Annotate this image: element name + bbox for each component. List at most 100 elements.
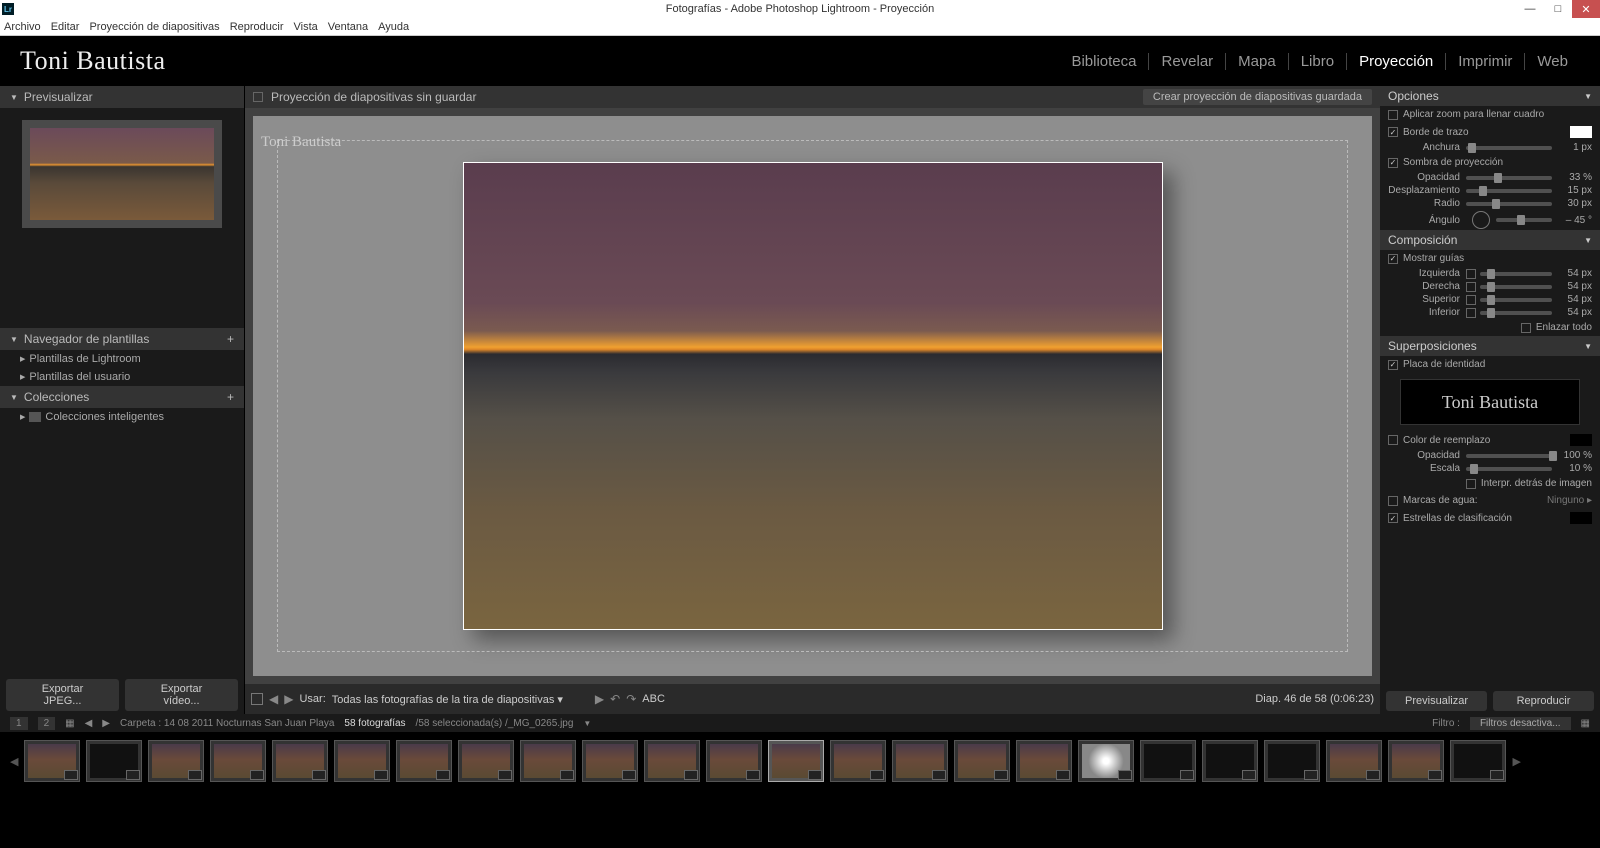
filmstrip-thumb[interactable] bbox=[954, 740, 1010, 782]
overlay-scale-slider[interactable] bbox=[1466, 467, 1552, 471]
play-slideshow-button[interactable]: Reproducir bbox=[1493, 691, 1594, 711]
render-behind-checkbox[interactable] bbox=[1466, 479, 1476, 489]
filmstrip-thumb[interactable] bbox=[210, 740, 266, 782]
create-saved-slideshow-button[interactable]: Crear proyección de diapositivas guardad… bbox=[1143, 89, 1372, 105]
next-slide-button[interactable]: ▶ bbox=[284, 692, 293, 706]
path-dropdown-icon[interactable]: ▼ bbox=[583, 719, 591, 728]
menu-editar[interactable]: Editar bbox=[51, 21, 80, 33]
link-left-icon[interactable] bbox=[1466, 269, 1476, 279]
stroke-color-swatch[interactable] bbox=[1570, 126, 1592, 138]
filter-dropdown[interactable]: Filtros desactiva... bbox=[1470, 717, 1571, 730]
filmstrip-thumb[interactable] bbox=[148, 740, 204, 782]
prev-slide-button[interactable]: ◀ bbox=[269, 692, 278, 706]
menu-ventana[interactable]: Ventana bbox=[328, 21, 368, 33]
module-biblioteca[interactable]: Biblioteca bbox=[1059, 53, 1149, 70]
filmstrip-thumb[interactable] bbox=[24, 740, 80, 782]
smart-collections[interactable]: ▶Colecciones inteligentes bbox=[0, 408, 244, 426]
guide-top-slider[interactable] bbox=[1480, 298, 1552, 302]
filmstrip-thumb[interactable] bbox=[1388, 740, 1444, 782]
menu-vista[interactable]: Vista bbox=[294, 21, 318, 33]
filmstrip[interactable]: ◀ ▶ bbox=[0, 732, 1600, 790]
overlay-opacity-slider[interactable] bbox=[1466, 454, 1552, 458]
filmstrip-thumb[interactable] bbox=[644, 740, 700, 782]
slide-canvas[interactable]: Toni Bautista bbox=[253, 116, 1372, 676]
menu-proyeccion[interactable]: Proyección de diapositivas bbox=[89, 21, 219, 33]
opciones-header[interactable]: Opciones▼ bbox=[1380, 86, 1600, 106]
preview-panel-header[interactable]: ▼Previsualizar bbox=[0, 86, 244, 108]
export-video-button[interactable]: Exportar vídeo... bbox=[125, 679, 238, 711]
collections-header[interactable]: ▼Colecciones+ bbox=[0, 386, 244, 408]
module-libro[interactable]: Libro bbox=[1289, 53, 1347, 70]
filmstrip-thumb[interactable] bbox=[86, 740, 142, 782]
watermark-dropdown[interactable]: Ninguno ▸ bbox=[1547, 495, 1592, 506]
folder-path[interactable]: Carpeta : 14 08 2011 Nocturnas San Juan … bbox=[120, 718, 334, 729]
module-imprimir[interactable]: Imprimir bbox=[1446, 53, 1525, 70]
guide-left-slider[interactable] bbox=[1480, 272, 1552, 276]
menu-reproducir[interactable]: Reproducir bbox=[230, 21, 284, 33]
canvas-identity-overlay[interactable]: Toni Bautista bbox=[261, 134, 341, 151]
shadow-offset-slider[interactable] bbox=[1466, 189, 1552, 193]
menu-ayuda[interactable]: Ayuda bbox=[378, 21, 409, 33]
shadow-radius-slider[interactable] bbox=[1466, 202, 1552, 206]
preview-thumbnail[interactable] bbox=[22, 120, 222, 228]
template-folder-lightroom[interactable]: ▶Plantillas de Lightroom bbox=[0, 350, 244, 368]
stop-icon[interactable] bbox=[251, 693, 263, 705]
zoom-fill-checkbox[interactable] bbox=[1388, 110, 1398, 120]
filmstrip-thumb[interactable] bbox=[1264, 740, 1320, 782]
filmstrip-thumb[interactable] bbox=[1450, 740, 1506, 782]
identity-plate-preview[interactable]: Toni Bautista bbox=[1400, 379, 1580, 425]
show-guides-checkbox[interactable] bbox=[1388, 254, 1398, 264]
stroke-width-slider[interactable] bbox=[1466, 146, 1552, 150]
link-top-icon[interactable] bbox=[1466, 295, 1476, 305]
filter-lock-icon[interactable]: ▦ bbox=[1581, 718, 1590, 729]
add-template-icon[interactable]: + bbox=[227, 332, 234, 346]
template-folder-user[interactable]: ▶Plantillas del usuario bbox=[0, 368, 244, 386]
export-jpeg-button[interactable]: Exportar JPEG... bbox=[6, 679, 119, 711]
rotate-cw-icon[interactable]: ↷ bbox=[626, 692, 636, 706]
guide-bottom-slider[interactable] bbox=[1480, 311, 1552, 315]
close-button[interactable]: ✕ bbox=[1572, 0, 1600, 18]
stroke-border-checkbox[interactable] bbox=[1388, 127, 1398, 137]
nav-forward-icon[interactable]: ▶ bbox=[102, 718, 110, 729]
link-bottom-icon[interactable] bbox=[1466, 308, 1476, 318]
filmstrip-thumb[interactable] bbox=[396, 740, 452, 782]
filmstrip-thumb[interactable] bbox=[334, 740, 390, 782]
override-color-swatch[interactable] bbox=[1570, 434, 1592, 446]
shadow-opacity-slider[interactable] bbox=[1466, 176, 1552, 180]
filmstrip-thumb-selected[interactable] bbox=[768, 740, 824, 782]
view-mode-2[interactable]: 2 bbox=[38, 717, 56, 730]
filmstrip-thumb[interactable] bbox=[1140, 740, 1196, 782]
guide-right-slider[interactable] bbox=[1480, 285, 1552, 289]
rotate-ccw-icon[interactable]: ↶ bbox=[610, 692, 620, 706]
filmstrip-thumb[interactable] bbox=[272, 740, 328, 782]
grid-view-icon[interactable]: ▦ bbox=[65, 718, 74, 729]
link-right-icon[interactable] bbox=[1466, 282, 1476, 292]
text-overlay-button[interactable]: ABC bbox=[642, 693, 665, 705]
module-web[interactable]: Web bbox=[1525, 53, 1580, 70]
superposiciones-header[interactable]: Superposiciones▼ bbox=[1380, 336, 1600, 356]
link-all-checkbox[interactable] bbox=[1521, 323, 1531, 333]
filmstrip-thumb[interactable] bbox=[1202, 740, 1258, 782]
maximize-button[interactable]: □ bbox=[1544, 0, 1572, 18]
module-mapa[interactable]: Mapa bbox=[1226, 53, 1289, 70]
menu-archivo[interactable]: Archivo bbox=[4, 21, 41, 33]
filmstrip-thumb[interactable] bbox=[706, 740, 762, 782]
filmstrip-thumb[interactable] bbox=[520, 740, 576, 782]
identity-plate-checkbox[interactable] bbox=[1388, 360, 1398, 370]
filmstrip-scroll-left[interactable]: ◀ bbox=[10, 755, 18, 768]
use-dropdown[interactable]: Todas las fotografías de la tira de diap… bbox=[332, 693, 563, 706]
view-mode-1[interactable]: 1 bbox=[10, 717, 28, 730]
filmstrip-thumb[interactable] bbox=[1326, 740, 1382, 782]
composicion-header[interactable]: Composición▼ bbox=[1380, 230, 1600, 250]
module-proyeccion[interactable]: Proyección bbox=[1347, 53, 1446, 70]
filmstrip-thumb[interactable] bbox=[892, 740, 948, 782]
override-color-checkbox[interactable] bbox=[1388, 435, 1398, 445]
filmstrip-thumb[interactable] bbox=[458, 740, 514, 782]
cast-shadow-checkbox[interactable] bbox=[1388, 158, 1398, 168]
filmstrip-scroll-right[interactable]: ▶ bbox=[1512, 755, 1520, 768]
add-collection-icon[interactable]: + bbox=[227, 390, 234, 404]
rating-stars-checkbox[interactable] bbox=[1388, 513, 1398, 523]
shadow-angle-dial[interactable] bbox=[1472, 211, 1490, 229]
template-browser-header[interactable]: ▼Navegador de plantillas+ bbox=[0, 328, 244, 350]
filmstrip-thumb[interactable] bbox=[1016, 740, 1072, 782]
